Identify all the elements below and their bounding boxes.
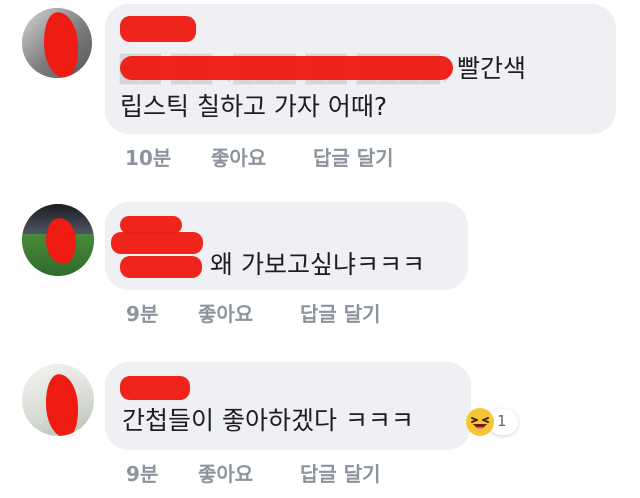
like-button[interactable]: 좋아요 — [198, 298, 253, 327]
avatar[interactable] — [22, 204, 94, 276]
like-button[interactable]: 좋아요 — [211, 142, 266, 171]
redacted-mention — [120, 56, 453, 80]
reaction-summary[interactable]: 1 — [466, 408, 526, 436]
comment-time: 9분 — [126, 302, 159, 326]
redacted-mention — [120, 256, 202, 278]
like-button[interactable]: 좋아요 — [198, 458, 253, 487]
comment-thread: ██ ██ (███ ██ ████) 빨간색 립스틱 칠하고 가자 어때? 1… — [0, 0, 640, 498]
comment-text-line-1: 빨간색 — [457, 54, 527, 83]
reaction-count: 1 — [497, 412, 507, 430]
avatar[interactable] — [22, 8, 92, 78]
redacted-author-name — [120, 376, 190, 400]
laughing-face-icon — [466, 408, 494, 436]
redacted-author-name — [120, 16, 196, 42]
avatar[interactable] — [22, 364, 94, 436]
comment-text-line-2: 립스틱 칠하고 가자 어때? — [120, 92, 388, 121]
comment-1: ██ ██ (███ ██ ████) 빨간색 립스틱 칠하고 가자 어때? 1… — [0, 0, 640, 170]
comment-time: 9분 — [126, 462, 159, 486]
comment-text: 왜 가보고싶냐ㅋㅋㅋ — [210, 250, 425, 279]
comment-text: 간첩들이 좋아하겠다 ㅋㅋㅋ — [122, 406, 414, 435]
comment-3: 간첩들이 좋아하겠다 ㅋㅋㅋ 1 9분 좋아요 답글 달기 — [0, 350, 640, 498]
comment-time: 10분 — [125, 146, 172, 170]
reply-button[interactable]: 답글 달기 — [313, 142, 394, 171]
reply-button[interactable]: 답글 달기 — [300, 298, 381, 327]
reply-button[interactable]: 답글 달기 — [300, 458, 381, 487]
redacted-author-name-2 — [111, 232, 203, 254]
comment-2: 왜 가보고싶냐ㅋㅋㅋ 9분 좋아요 답글 달기 — [0, 190, 640, 340]
